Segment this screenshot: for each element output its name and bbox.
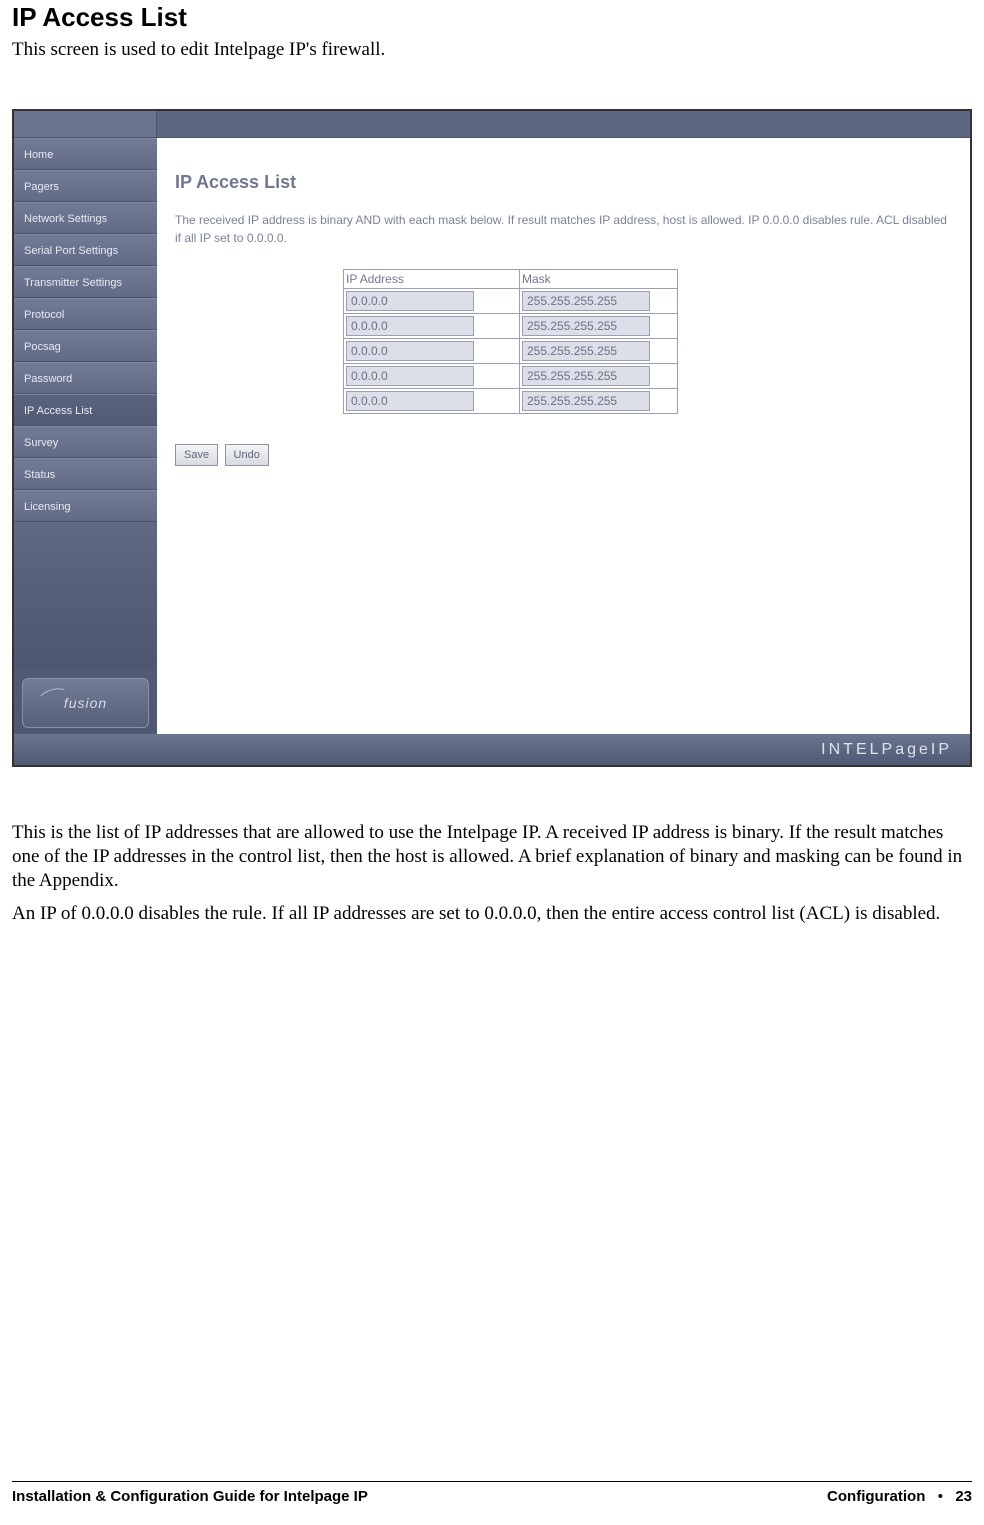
top-bar <box>14 111 970 138</box>
intro-text: This screen is used to edit Intelpage IP… <box>12 39 972 61</box>
ip-access-table: IP Address Mask <box>343 269 678 414</box>
content-description: The received IP address is binary AND wi… <box>175 211 952 247</box>
top-bar-left <box>14 111 157 138</box>
table-row <box>344 389 678 414</box>
table-row <box>344 339 678 364</box>
table-row <box>344 364 678 389</box>
content-area: IP Access List The received IP address i… <box>157 138 970 736</box>
ip-address-input[interactable] <box>346 316 474 336</box>
sidebar-item-survey[interactable]: Survey <box>14 426 157 458</box>
app-screenshot: Home Pagers Network Settings Serial Port… <box>12 109 972 767</box>
save-button[interactable]: Save <box>175 444 218 466</box>
mask-input[interactable] <box>522 316 650 336</box>
sidebar-item-pocsag[interactable]: Pocsag <box>14 330 157 362</box>
content-heading: IP Access List <box>175 172 952 193</box>
sidebar: Home Pagers Network Settings Serial Port… <box>14 138 157 736</box>
table-row <box>344 289 678 314</box>
body-paragraph-2: An IP of 0.0.0.0 disables the rule. If a… <box>12 902 972 926</box>
button-row: Save Undo <box>175 444 952 466</box>
ip-address-input[interactable] <box>346 291 474 311</box>
sidebar-item-pagers[interactable]: Pagers <box>14 170 157 202</box>
sidebar-item-status[interactable]: Status <box>14 458 157 490</box>
body-paragraph-1: This is the list of IP addresses that ar… <box>12 821 972 892</box>
column-header-mask: Mask <box>520 270 678 289</box>
sidebar-item-licensing[interactable]: Licensing <box>14 490 157 522</box>
column-header-ip: IP Address <box>344 270 520 289</box>
mask-input[interactable] <box>522 366 650 386</box>
undo-button[interactable]: Undo <box>225 444 269 466</box>
mask-input[interactable] <box>522 391 650 411</box>
mask-input[interactable] <box>522 341 650 361</box>
sidebar-item-password[interactable]: Password <box>14 362 157 394</box>
sidebar-item-ip-access-list[interactable]: IP Access List <box>14 394 157 426</box>
sidebar-item-home[interactable]: Home <box>14 138 157 170</box>
fusion-logo: fusion <box>22 678 149 728</box>
ip-address-input[interactable] <box>346 366 474 386</box>
sidebar-item-protocol[interactable]: Protocol <box>14 298 157 330</box>
table-row <box>344 314 678 339</box>
sidebar-spacer <box>14 522 157 670</box>
mask-input[interactable] <box>522 291 650 311</box>
footer-right: Configuration • 23 <box>827 1488 972 1505</box>
app-footer-brand: INTELPageIP <box>14 734 970 765</box>
page-title: IP Access List <box>12 2 972 33</box>
sidebar-item-network-settings[interactable]: Network Settings <box>14 202 157 234</box>
sidebar-item-transmitter-settings[interactable]: Transmitter Settings <box>14 266 157 298</box>
sidebar-item-serial-port-settings[interactable]: Serial Port Settings <box>14 234 157 266</box>
ip-address-input[interactable] <box>346 341 474 361</box>
top-bar-right <box>157 111 970 138</box>
footer-left: Installation & Configuration Guide for I… <box>12 1488 368 1505</box>
ip-address-input[interactable] <box>346 391 474 411</box>
page-footer: Installation & Configuration Guide for I… <box>12 1481 972 1505</box>
table-header-row: IP Address Mask <box>344 270 678 289</box>
